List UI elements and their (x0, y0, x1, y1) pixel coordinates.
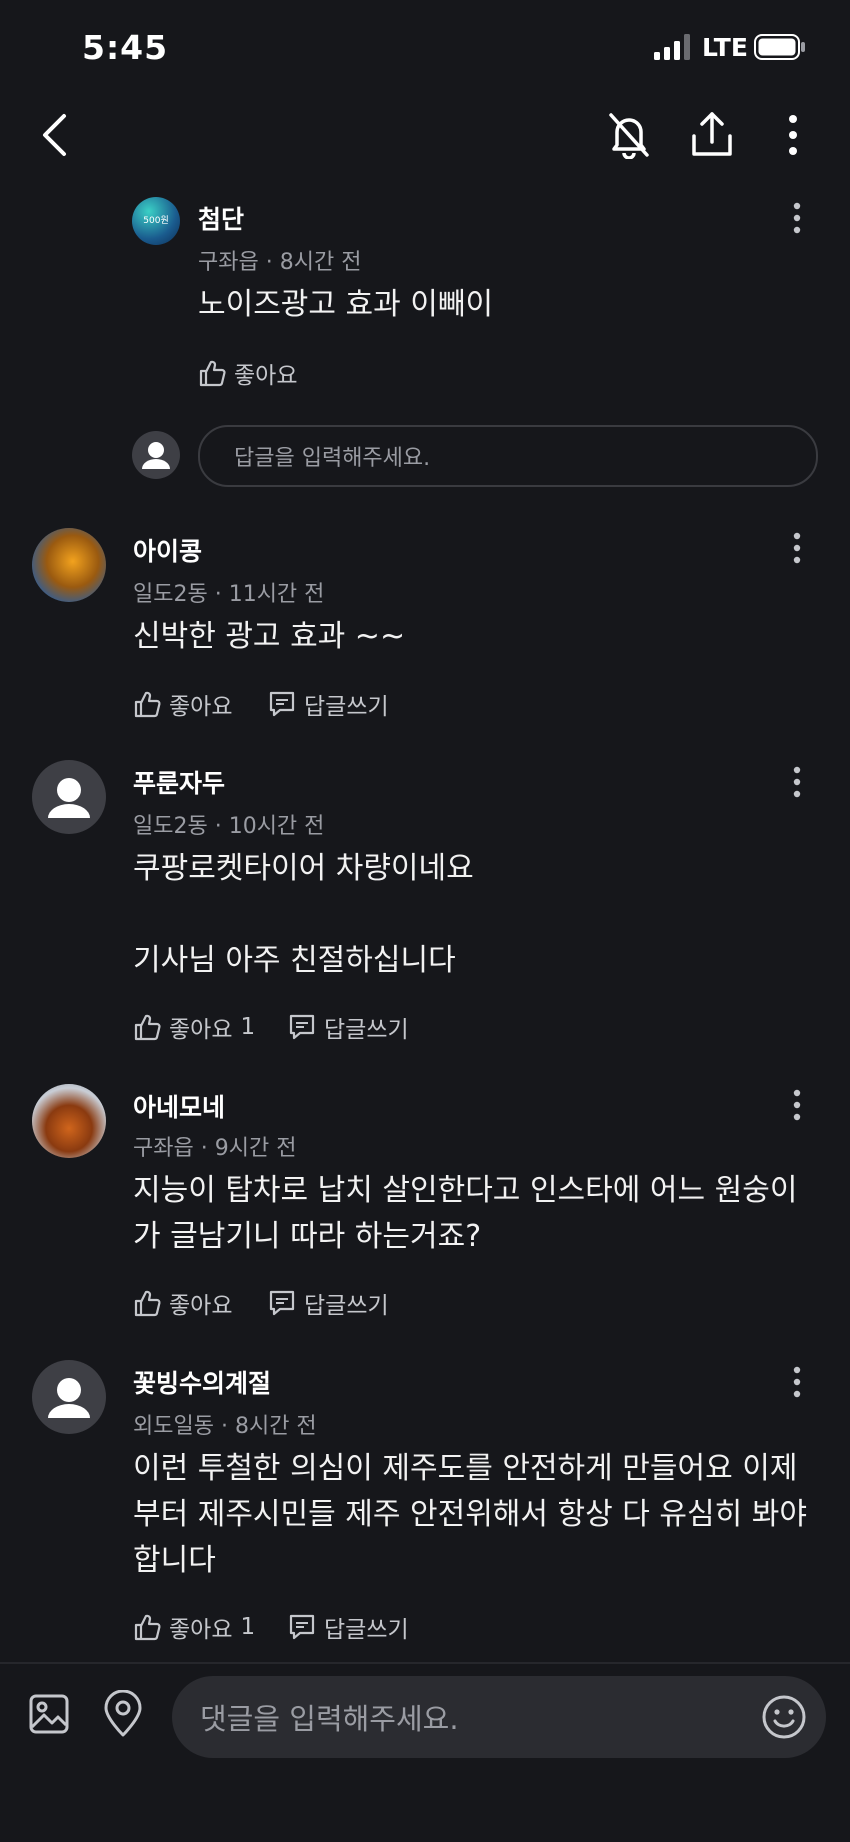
bell-off-icon (609, 113, 649, 159)
comment-text: 지능이 탑차로 납치 살인한다고 인스타에 어느 원숭이가 글남기니 따라 하는… (133, 1173, 798, 1254)
comment-text: 쿠팡로켓타이어 차량이네요 기사님 아주 친절하십니다 (133, 851, 474, 978)
comment-location: 일도2동 (133, 814, 208, 839)
comment-meta: 일도2동 · 11시간 전 (133, 582, 325, 607)
like-count: 1 (240, 1614, 256, 1640)
attach-location-button[interactable] (98, 1687, 148, 1741)
back-button[interactable] (30, 110, 80, 160)
like-button[interactable]: 좋아요 1 (133, 1010, 255, 1044)
comment-time: 8시간 전 (234, 1414, 317, 1439)
comment-author[interactable]: 첨단 (198, 200, 244, 236)
signal-icon (654, 34, 690, 60)
avatar-badge-text: 500원 (143, 216, 169, 226)
reply-input-placeholder: 답글을 입력해주세요. (234, 446, 431, 471)
reply-label: 답글쓰기 (324, 1617, 409, 1643)
chevron-left-icon (43, 114, 66, 156)
reply-button[interactable]: 답글쓰기 (268, 1286, 389, 1320)
comment-author[interactable]: 아네모네 (133, 1088, 225, 1124)
comment-time: 8시간 전 (279, 250, 362, 275)
comment-author[interactable]: 푸룬자두 (133, 764, 225, 800)
comment-text: 노이즈광고 효과 이빼이 (198, 287, 494, 322)
image-icon (29, 1694, 69, 1734)
comment-more-button[interactable] (782, 198, 812, 238)
comment-more-button[interactable] (782, 762, 812, 802)
comment-meta: 외도일동 · 8시간 전 (133, 1414, 317, 1439)
share-button[interactable] (687, 110, 737, 160)
thumbs-up-icon (134, 1014, 161, 1041)
avatar[interactable] (32, 1360, 106, 1434)
thumbs-up-icon (134, 691, 161, 718)
emoji-button[interactable] (759, 1692, 809, 1742)
reply-button[interactable]: 답글쓰기 (268, 687, 389, 721)
comment-icon (269, 691, 295, 717)
user-icon (142, 442, 170, 469)
reply-label: 답글쓰기 (304, 694, 389, 720)
user-icon (48, 778, 90, 818)
comment-input-placeholder: 댓글을 입력해주세요. (200, 1702, 459, 1736)
comment-meta: 구좌읍 · 8시간 전 (198, 250, 362, 275)
reply-button[interactable]: 답글쓰기 (288, 1610, 409, 1644)
comment-author[interactable]: 아이콩 (133, 532, 202, 568)
comment-more-button[interactable] (782, 528, 812, 568)
share-icon (692, 112, 732, 156)
thumbs-up-icon (134, 1614, 161, 1641)
comment-location: 구좌읍 (133, 1136, 194, 1161)
avatar[interactable]: 500원 (132, 197, 180, 245)
comment-icon (289, 1014, 315, 1040)
more-options-button[interactable] (768, 110, 818, 160)
like-label: 좋아요 (234, 363, 298, 389)
map-pin-icon (104, 1690, 142, 1737)
reply-button[interactable]: 답글쓰기 (288, 1010, 409, 1044)
like-button[interactable]: 좋아요 (133, 1286, 232, 1320)
comment-time: 10시간 전 (228, 814, 325, 839)
my-avatar (132, 431, 180, 479)
comment-icon (289, 1614, 315, 1640)
thumbs-up-icon (199, 360, 226, 387)
avatar[interactable] (32, 760, 106, 834)
like-button[interactable]: 좋아요 (198, 356, 297, 390)
notification-off-button[interactable] (604, 110, 654, 160)
network-label: LTE (702, 33, 748, 62)
more-vertical-icon (789, 115, 797, 155)
more-vertical-icon (793, 532, 801, 564)
attach-image-button[interactable] (24, 1689, 74, 1739)
thumbs-up-icon (134, 1290, 161, 1317)
reply-label: 답글쓰기 (304, 1293, 389, 1319)
comment-input[interactable]: 댓글을 입력해주세요. (172, 1676, 826, 1758)
comment-meta: 일도2동 · 10시간 전 (133, 814, 325, 839)
comment-text: 신박한 광고 효과 ~~ (133, 619, 406, 654)
comment-location: 외도일동 (133, 1414, 214, 1439)
comment-more-button[interactable] (782, 1085, 812, 1125)
more-vertical-icon (793, 202, 801, 234)
reply-input[interactable]: 답글을 입력해주세요. (198, 425, 818, 487)
comment-text: 이런 투철한 의심이 제주도를 안전하게 만들어요 이제부터 제주시민들 제주 … (133, 1451, 807, 1578)
like-label: 좋아요 (169, 1617, 233, 1643)
comment-time: 11시간 전 (228, 582, 325, 607)
status-time: 5:45 (82, 28, 169, 67)
comment-time: 9시간 전 (214, 1136, 297, 1161)
comment-location: 구좌읍 (198, 250, 259, 275)
avatar[interactable] (32, 528, 106, 602)
like-label: 좋아요 (169, 694, 233, 720)
like-label: 좋아요 (169, 1017, 233, 1043)
comment-location: 일도2동 (133, 582, 208, 607)
like-button[interactable]: 좋아요 (133, 687, 232, 721)
battery-icon (754, 34, 805, 60)
comment-author[interactable]: 꽃빙수의계절 (133, 1364, 271, 1400)
reply-label: 답글쓰기 (324, 1017, 409, 1043)
more-vertical-icon (793, 766, 801, 798)
comment-meta: 구좌읍 · 9시간 전 (133, 1136, 297, 1161)
comment-icon (269, 1290, 295, 1316)
like-label: 좋아요 (169, 1293, 233, 1319)
comment-more-button[interactable] (782, 1362, 812, 1402)
avatar[interactable] (32, 1084, 106, 1158)
more-vertical-icon (793, 1089, 801, 1121)
like-button[interactable]: 좋아요 1 (133, 1610, 255, 1644)
user-icon (48, 1378, 90, 1418)
like-count: 1 (240, 1014, 256, 1040)
smiley-icon (762, 1695, 806, 1739)
more-vertical-icon (793, 1366, 801, 1398)
